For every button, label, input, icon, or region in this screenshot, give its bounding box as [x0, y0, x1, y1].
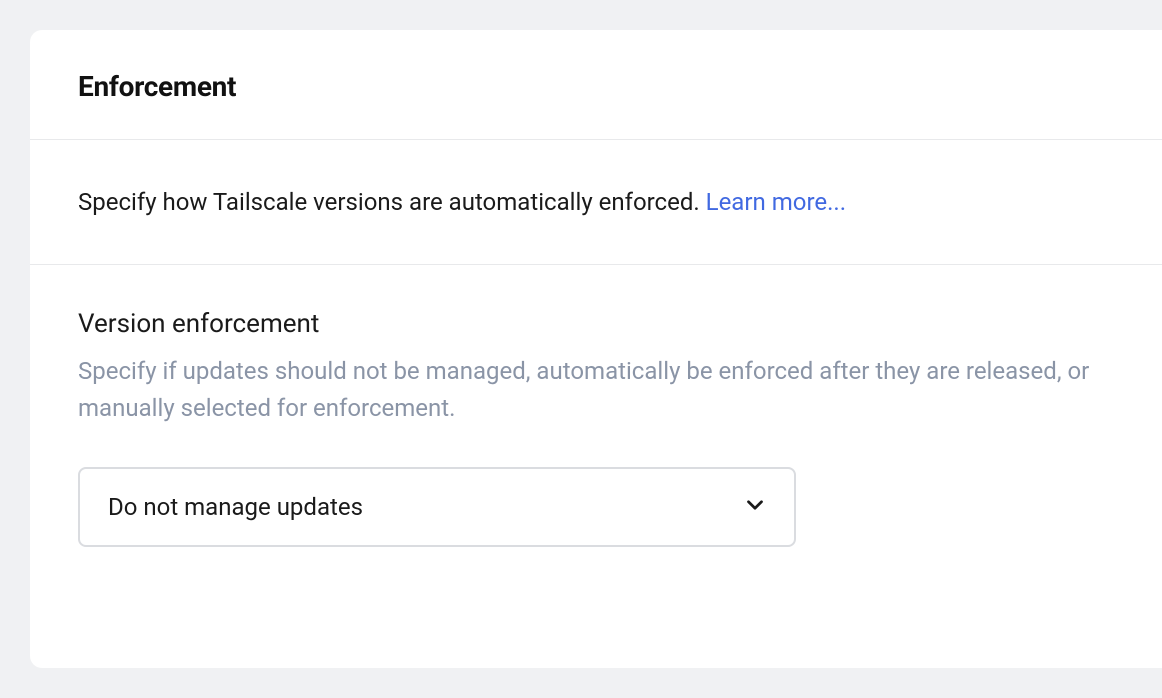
version-enforcement-select-wrapper: Do not manage updates [78, 467, 796, 547]
version-enforcement-title: Version enforcement [78, 309, 1114, 339]
intro-text-content: Specify how Tailscale versions are autom… [78, 188, 706, 216]
version-enforcement-description: Specify if updates should not be managed… [78, 353, 1114, 427]
select-value: Do not manage updates [108, 493, 363, 521]
learn-more-link[interactable]: Learn more... [706, 188, 846, 216]
intro-section: Specify how Tailscale versions are autom… [30, 140, 1162, 265]
version-enforcement-section: Version enforcement Specify if updates s… [30, 265, 1162, 595]
enforcement-card: Enforcement Specify how Tailscale versio… [30, 30, 1162, 668]
intro-text: Specify how Tailscale versions are autom… [78, 184, 1114, 220]
card-title: Enforcement [78, 70, 1114, 103]
version-enforcement-select[interactable]: Do not manage updates [78, 467, 796, 547]
card-header: Enforcement [30, 30, 1162, 140]
